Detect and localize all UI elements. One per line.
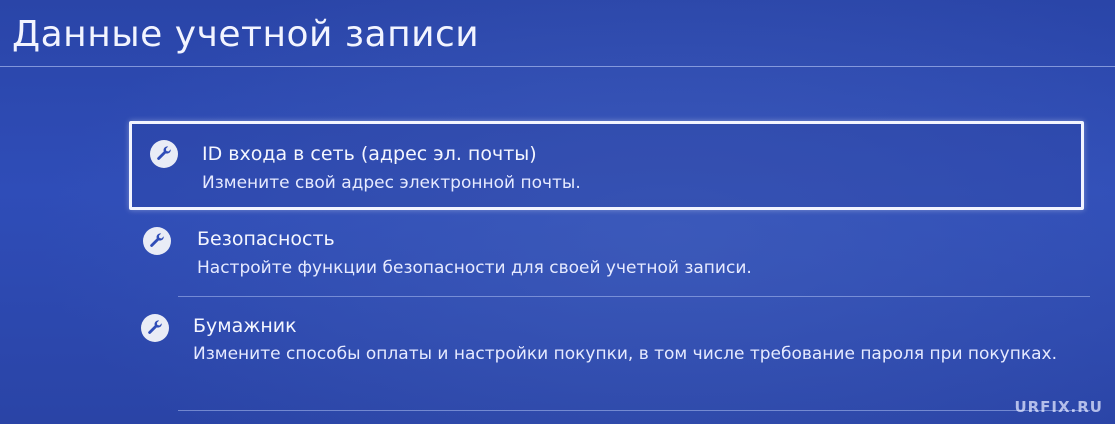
menu-item-title: Бумажник xyxy=(193,315,297,337)
menu-item-wallet[interactable]: Бумажник Измените способы оплаты и настр… xyxy=(129,298,1084,408)
account-settings-menu: ID входа в сеть (адрес эл. почты) Измени… xyxy=(0,0,1115,424)
wrench-icon xyxy=(143,227,171,255)
menu-divider xyxy=(178,296,1090,297)
menu-item-title: ID входа в сеть (адрес эл. почты) xyxy=(202,143,537,165)
menu-item-security[interactable]: Безопасность Настройте функции безопасно… xyxy=(129,212,1084,296)
menu-item-description: Измените свой адрес электронной почты. xyxy=(202,173,581,193)
menu-item-title: Безопасность xyxy=(197,228,335,250)
watermark: URFIX.RU xyxy=(1014,398,1103,416)
menu-divider xyxy=(178,410,1090,411)
wrench-icon xyxy=(150,140,178,168)
menu-item-description: Настройте функции безопасности для своей… xyxy=(197,258,752,278)
menu-item-sign-in-id[interactable]: ID входа в сеть (адрес эл. почты) Измени… xyxy=(129,121,1084,210)
account-info-screen: Данные учетной записи ID входа в сеть (а… xyxy=(0,0,1115,424)
menu-item-description: Измените способы оплаты и настройки поку… xyxy=(193,344,1058,364)
wrench-icon xyxy=(141,314,169,342)
